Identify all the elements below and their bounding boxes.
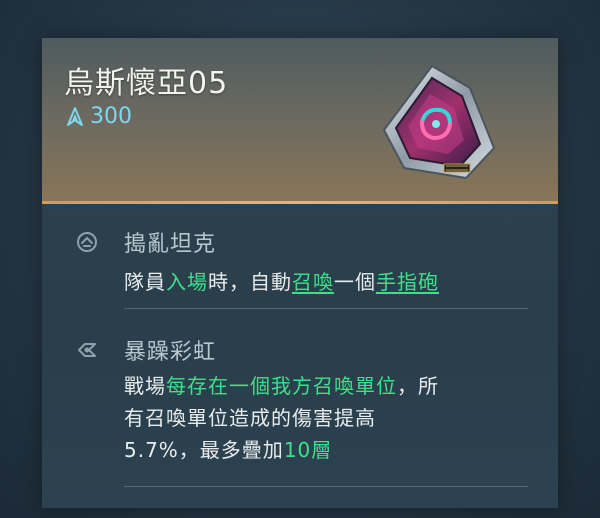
desc-line: 5.7%，最多疊加10層 bbox=[124, 434, 524, 466]
cost-value: 300 bbox=[90, 104, 132, 129]
trait-name: 搗亂坦克 bbox=[124, 232, 217, 257]
item-header: 烏斯懷亞05 300 bbox=[42, 38, 558, 204]
rainbow-trait-icon bbox=[78, 343, 96, 357]
trait-name: 暴躁彩虹 bbox=[124, 340, 217, 365]
desc-text: 時，自動 bbox=[208, 270, 292, 294]
desc-highlight: 入場 bbox=[166, 270, 208, 294]
desc-link-summon[interactable]: 召喚 bbox=[292, 270, 334, 294]
desc-link-finger-cannon[interactable]: 手指砲 bbox=[376, 270, 439, 294]
item-name: 烏斯懷亞05 bbox=[64, 66, 229, 101]
crystal-cost-icon bbox=[67, 106, 83, 126]
tank-trait-icon bbox=[77, 232, 97, 252]
trait-divider bbox=[124, 308, 528, 309]
trait-divider bbox=[124, 486, 528, 487]
desc-highlight: 10層 bbox=[283, 438, 333, 462]
desc-line: 有召喚單位造成的傷害提高 bbox=[124, 406, 376, 430]
prism-gem-icon bbox=[382, 64, 496, 180]
desc-text: 戰場 bbox=[124, 374, 166, 398]
item-tooltip-card: 烏斯懷亞05 300 搗亂坦克 隊員入場時，自動召喚一個手指砲 暴躁彩虹 戰場每… bbox=[42, 38, 558, 508]
desc-text: ，所 bbox=[397, 374, 439, 398]
desc-highlight: 每存在一個我方召喚單位 bbox=[166, 374, 397, 398]
trait-description: 隊員入場時，自動召喚一個手指砲 bbox=[124, 266, 524, 298]
item-cost: 300 bbox=[64, 104, 132, 129]
desc-text: 5.7%，最多疊加 bbox=[124, 438, 284, 462]
desc-text: 一個 bbox=[334, 270, 376, 294]
trait-description: 戰場每存在一個我方召喚單位，所 有召喚單位造成的傷害提高 5.7%，最多疊加10… bbox=[124, 370, 524, 466]
desc-line: 戰場每存在一個我方召喚單位，所 bbox=[124, 370, 524, 402]
desc-text: 隊員 bbox=[124, 270, 166, 294]
